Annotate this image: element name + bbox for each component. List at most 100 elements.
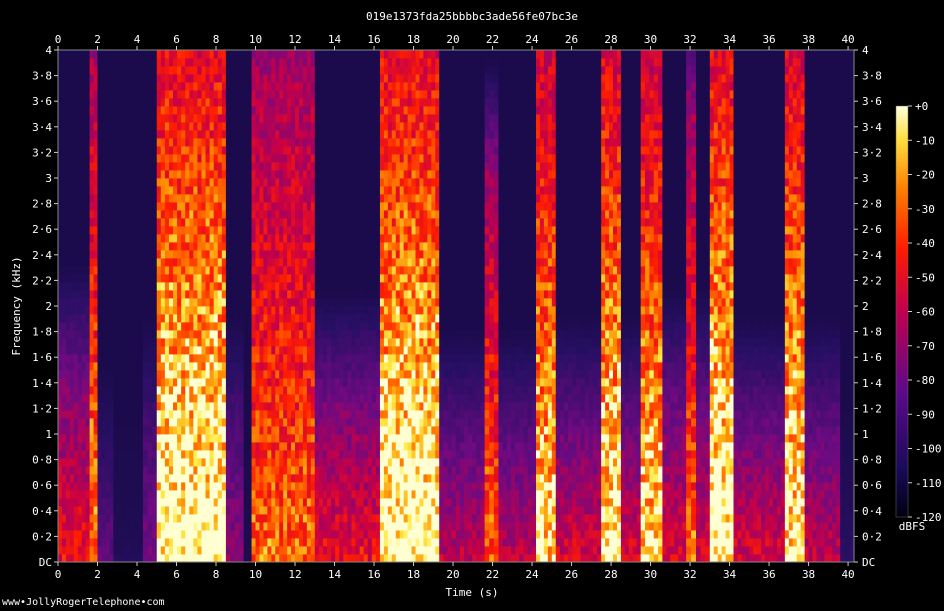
spectrogram-cell: [259, 490, 264, 499]
spectrogram-cell: [359, 210, 365, 219]
spectrogram-cell: [58, 546, 63, 555]
spectrogram-cell: [138, 186, 144, 195]
spectrogram-cell: [275, 242, 280, 251]
spectrogram-cell: [363, 122, 369, 131]
spectrogram-cell: [185, 130, 190, 139]
spectrogram-cell: [306, 522, 312, 531]
spectrogram-cell: [160, 346, 166, 355]
spectrogram-cell: [142, 186, 148, 195]
spectrogram-cell: [230, 522, 236, 531]
spectrogram-cell: [263, 58, 268, 67]
spectrogram-cell: [283, 146, 288, 155]
spectrogram-cell: [343, 314, 348, 323]
spectrogram-cell: [65, 218, 71, 227]
spectrogram-cell: [81, 162, 87, 171]
spectrogram-cell: [138, 298, 144, 307]
spectrogram-cell: [327, 514, 332, 523]
spectrogram-cell: [298, 474, 304, 483]
spectrogram-cell: [314, 314, 320, 323]
spectrogram-cell: [89, 554, 94, 563]
spectrogram-cell: [89, 418, 94, 427]
spectrogram-cell: [126, 106, 131, 115]
spectrogram-cell: [81, 330, 87, 339]
spectrogram-cell: [97, 354, 102, 363]
spectrogram-cell: [331, 162, 336, 171]
spectrogram-cell: [275, 370, 280, 379]
spectrogram-cell: [138, 546, 144, 555]
spectrogram-cell: [142, 354, 148, 363]
spectrogram-cell: [271, 106, 276, 115]
spectrogram-cell: [259, 98, 264, 107]
spectrogram-cell: [225, 354, 231, 363]
spectrogram-cell: [121, 490, 127, 499]
spectrogram-cell: [331, 442, 336, 451]
spectrogram-cell: [339, 402, 344, 411]
spectrogram-cell: [101, 82, 106, 91]
spectrogram-cell: [243, 234, 249, 243]
spectrogram-cell: [168, 138, 174, 147]
spectrogram-cell: [221, 314, 227, 323]
spectrogram-cell: [247, 378, 252, 387]
spectrogram-cell: [73, 146, 79, 155]
spectrogram-cell: [101, 58, 106, 67]
spectrogram-cell: [181, 266, 186, 275]
spectrogram-cell: [279, 146, 284, 155]
spectrogram-cell: [209, 426, 215, 435]
spectrogram-cell: [283, 218, 288, 227]
spectrogram-cell: [152, 130, 158, 139]
spectrogram-cell: [279, 218, 284, 227]
spectrogram-cell: [89, 250, 94, 259]
spectrogram-cell: [322, 402, 328, 411]
spectrogram-cell: [322, 106, 328, 115]
spectrogram-cell: [287, 154, 292, 163]
spectrogram-cell: [130, 474, 135, 483]
spectrogram-cell: [287, 122, 292, 131]
spectrogram-cell: [355, 250, 360, 259]
spectrogram-cell: [279, 202, 284, 211]
spectrogram-cell: [287, 250, 292, 259]
spectrogram-cell: [105, 338, 110, 347]
spectrogram-cell: [355, 242, 360, 251]
spectrogram-cell: [105, 394, 110, 403]
spectrogram-cell: [239, 130, 245, 139]
spectrogram-cell: [267, 386, 272, 395]
spectrogram-cell: [302, 338, 308, 347]
spectrogram-cell: [259, 58, 264, 67]
spectrogram-cell: [331, 554, 336, 563]
spectrogram-cell: [121, 210, 127, 219]
spectrogram-cell: [152, 402, 158, 411]
spectrogram-cell: [89, 274, 94, 283]
spectrogram-cell: [97, 330, 102, 339]
spectrogram-cell: [306, 202, 312, 211]
spectrogram-cell: [77, 346, 83, 355]
spectrogram-cell: [209, 274, 215, 283]
spectrogram-cell: [314, 346, 320, 355]
spectrogram-cell: [130, 522, 135, 531]
spectrogram-cell: [134, 90, 140, 99]
spectrogram-cell: [130, 322, 135, 331]
spectrogram-cell: [130, 338, 135, 347]
spectrogram-cell: [291, 330, 296, 339]
spectrogram-cell: [58, 330, 63, 339]
spectrogram-cell: [327, 322, 332, 331]
spectrogram-cell: [263, 322, 268, 331]
spectrogram-cell: [239, 266, 245, 275]
spectrogram-cell: [267, 162, 272, 171]
spectrogram-cell: [138, 122, 144, 131]
spectrogram-cell: [243, 186, 249, 195]
spectrogram-cell: [371, 242, 377, 251]
spectrogram-cell: [263, 394, 268, 403]
spectrogram-cell: [189, 402, 194, 411]
spectrogram-cell: [287, 274, 292, 283]
spectrogram-cell: [93, 282, 98, 291]
spectrogram-cell: [101, 450, 106, 459]
spectrogram-cell: [193, 130, 198, 139]
spectrogram-cell: [283, 106, 288, 115]
spectrogram-cell: [205, 90, 211, 99]
spectrogram-cell: [109, 474, 114, 483]
spectrogram-cell: [147, 106, 153, 115]
spectrogram-cell: [310, 522, 316, 531]
spectrogram-cell: [263, 266, 268, 275]
spectrogram-cell: [205, 426, 211, 435]
spectrogram-cell: [234, 106, 240, 115]
